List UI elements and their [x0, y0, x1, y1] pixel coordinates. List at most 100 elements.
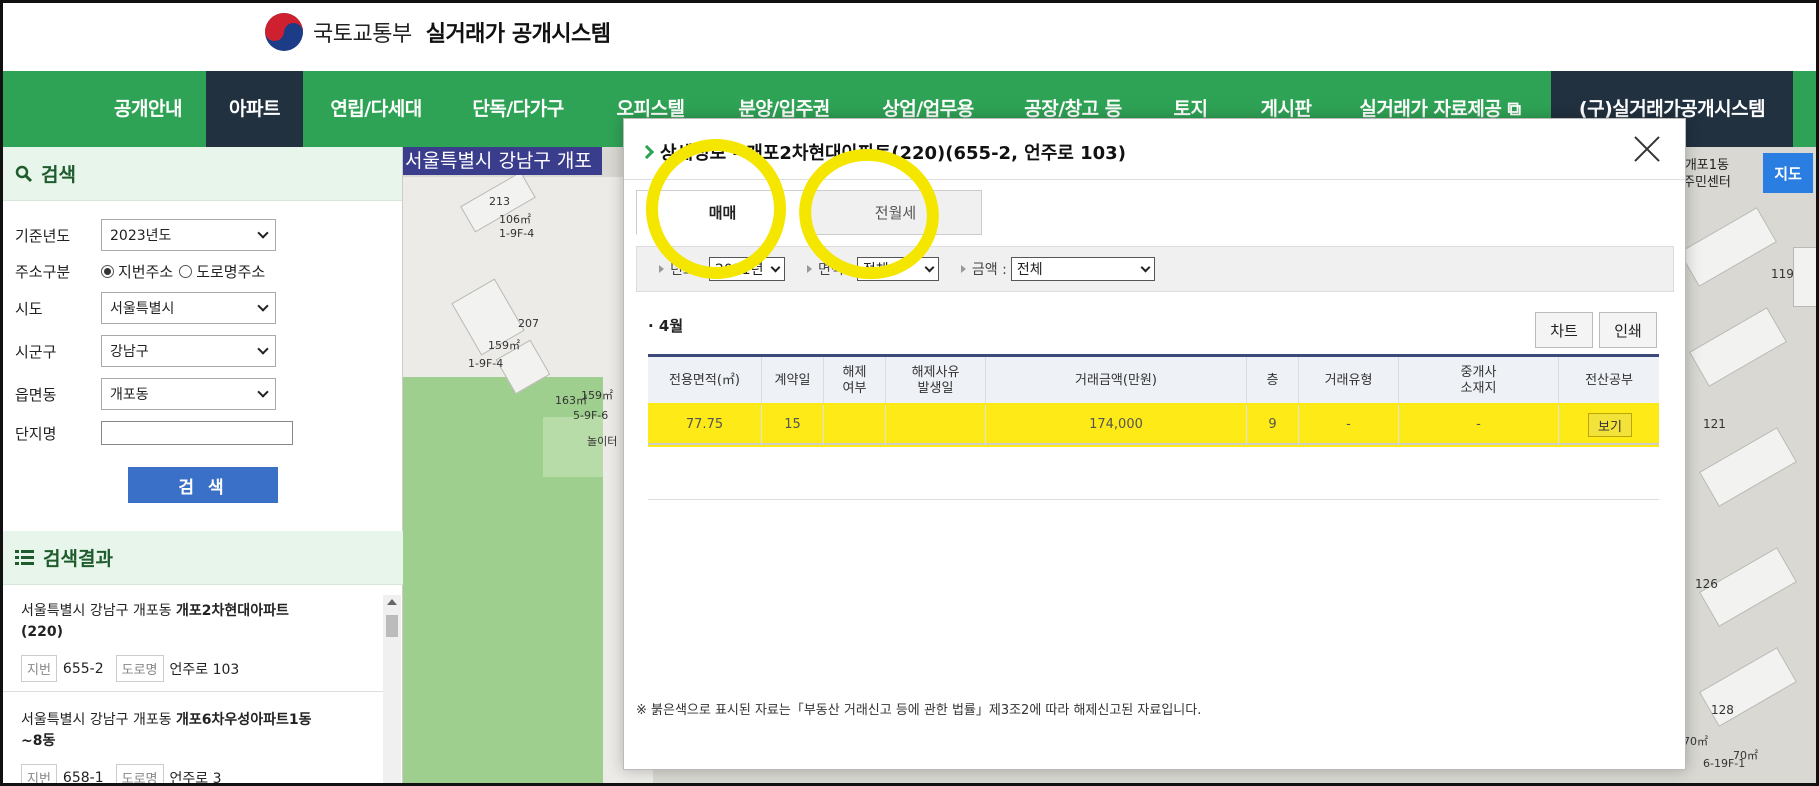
chevron-right-icon	[639, 144, 655, 160]
result-name-suffix: (220)	[21, 624, 64, 640]
result-item[interactable]: 서울특별시 강남구 개포동 개포2차현대아파트 (220) 지번 655-2 도…	[3, 601, 383, 682]
sigungu-label: 시군구	[15, 342, 57, 361]
result-addr-prefix: 서울특별시 강남구 개포동	[21, 603, 172, 619]
filter-amount-value: 전체	[1016, 262, 1043, 278]
jibun-tag: 지번	[21, 764, 57, 783]
sido-select[interactable]: 서울특별시	[101, 292, 276, 324]
sigungu-select[interactable]: 강남구	[101, 335, 276, 367]
result-divider	[3, 691, 383, 692]
close-icon[interactable]	[1633, 135, 1661, 163]
print-button[interactable]: 인쇄	[1599, 312, 1657, 348]
chevron-down-icon	[257, 227, 269, 239]
road-tag: 도로명	[115, 655, 164, 682]
poi-label: 개포1동 주민센터	[1683, 158, 1731, 190]
map-label: 126	[1695, 577, 1718, 591]
result-jibun: 655-2	[62, 660, 104, 677]
year-select-value: 2023년도	[110, 228, 172, 244]
result-addr-prefix: 서울특별시 강남구 개포동	[21, 712, 172, 728]
sigungu-select-value: 강남구	[110, 344, 149, 360]
cell-broker: -	[1399, 405, 1559, 445]
nav-item-detached[interactable]: 단독/다가구	[453, 71, 583, 147]
map-label: 1-9F-4	[499, 227, 535, 240]
list-icon	[15, 549, 34, 565]
radio-jibun[interactable]	[101, 265, 114, 278]
cell-floor: 9	[1247, 405, 1299, 445]
nav-item-info[interactable]: 공개안내	[93, 71, 203, 147]
chart-button[interactable]: 차트	[1535, 312, 1593, 348]
dong-label: 읍면동	[15, 385, 57, 404]
site-logo[interactable]: 국토교통부 실거래가 공개시스템	[265, 13, 611, 51]
sido-select-value: 서울특별시	[110, 301, 175, 317]
search-button[interactable]: 검 색	[128, 467, 278, 503]
sido-label: 시도	[15, 299, 43, 318]
detail-modal: 상세정보 - 개포2차현대아파트(220)(655-2, 언주로 103) 매매…	[623, 118, 1686, 770]
system-name: 실거래가 공개시스템	[425, 22, 611, 47]
map-label: 6-19F-1	[1703, 757, 1746, 770]
results-scrollbar[interactable]	[383, 595, 401, 783]
col-trade-type: 거래유형	[1299, 357, 1399, 405]
window: 국토교통부 실거래가 공개시스템 공개안내 아파트 연립/다세대 단독/다가구 …	[0, 0, 1819, 786]
result-jibun: 658-1	[62, 769, 104, 786]
filter-bar: 년도 : 2021년 면적 : 전체 금액 : 전체	[636, 246, 1674, 292]
road-tag: 도로명	[115, 764, 164, 783]
scroll-thumb[interactable]	[386, 615, 398, 637]
complex-label: 단지명	[15, 424, 57, 443]
table-bottom-divider	[648, 499, 1659, 500]
radio-road[interactable]	[179, 265, 193, 278]
cell-trade-type: -	[1299, 405, 1399, 445]
radio-jibun-label: 지번주소	[118, 263, 174, 281]
dong-select-value: 개포동	[110, 387, 149, 403]
addr-type-row: 주소구분 지번주소 도로명주소	[15, 261, 265, 282]
map-label: 106㎡	[499, 213, 531, 226]
chevron-down-icon	[1140, 262, 1151, 272]
nav-item-apartment[interactable]: 아파트	[206, 71, 303, 147]
dong-select[interactable]: 개포동	[101, 378, 276, 410]
complex-input[interactable]	[101, 421, 293, 445]
scroll-up-arrow-icon[interactable]	[387, 599, 397, 605]
col-floor: 층	[1247, 357, 1299, 405]
result-road: 언주로 3	[169, 770, 222, 786]
cell-price: 174,000	[986, 405, 1247, 445]
jibun-tag: 지번	[21, 655, 57, 682]
result-address: 서울특별시 강남구 개포동 개포6차우성아파트1동 ~8동	[21, 710, 383, 752]
bullet-icon	[659, 265, 664, 273]
view-ledger-button[interactable]: 보기	[1588, 413, 1632, 437]
col-day: 계약일	[762, 357, 824, 405]
map-label: 70㎡	[1683, 735, 1708, 748]
result-item[interactable]: 서울특별시 강남구 개포동 개포6차우성아파트1동 ~8동 지번 658-1 도…	[3, 710, 383, 786]
sigungu-row: 시군구 강남구	[15, 335, 276, 367]
result-meta: 지번 658-1 도로명 언주로 3	[21, 764, 383, 786]
sido-row: 시도 서울특별시	[15, 292, 276, 324]
col-ledger: 전산공부	[1559, 357, 1659, 405]
map-label: 159㎡	[488, 339, 520, 352]
cell-cancel-date	[886, 405, 986, 445]
col-price: 거래금액(만원)	[986, 357, 1247, 405]
filter-amount-select[interactable]: 전체	[1010, 257, 1155, 281]
chevron-down-icon	[257, 343, 269, 355]
year-row: 기준년도 2023년도	[15, 219, 276, 251]
footnote: ※ 붉은색으로 표시된 자료는「부동산 거래신고 등에 관한 법률」제3조2에 …	[636, 703, 1202, 718]
nav-item-multiplex[interactable]: 연립/다세대	[311, 71, 441, 147]
government-emblem-icon	[265, 13, 303, 51]
cell-day: 15	[762, 405, 824, 445]
radio-road-label: 도로명주소	[196, 263, 266, 281]
map-label: 121	[1703, 417, 1726, 431]
year-label: 기준년도	[15, 226, 71, 245]
cell-area: 77.75	[648, 405, 762, 445]
search-header: 검색	[3, 147, 402, 201]
map-label: 119	[1771, 267, 1794, 281]
result-name: 개포2차현대아파트	[176, 603, 289, 619]
search-title: 검색	[41, 164, 76, 186]
month-heading: · 4월	[648, 317, 684, 335]
bullet-icon	[960, 265, 966, 273]
filter-amount-label: 금액 :	[971, 262, 1007, 278]
map-label: 159㎡	[581, 389, 613, 402]
map-view-button[interactable]: 지도	[1763, 153, 1813, 193]
map-label: 207	[518, 317, 539, 330]
year-select[interactable]: 2023년도	[101, 219, 276, 251]
complex-row: 단지명	[15, 421, 293, 445]
search-icon	[15, 165, 33, 182]
results-title: 검색결과	[43, 548, 113, 570]
bullet-icon	[806, 265, 812, 273]
results-header-wrap: 검색결과	[3, 531, 403, 585]
